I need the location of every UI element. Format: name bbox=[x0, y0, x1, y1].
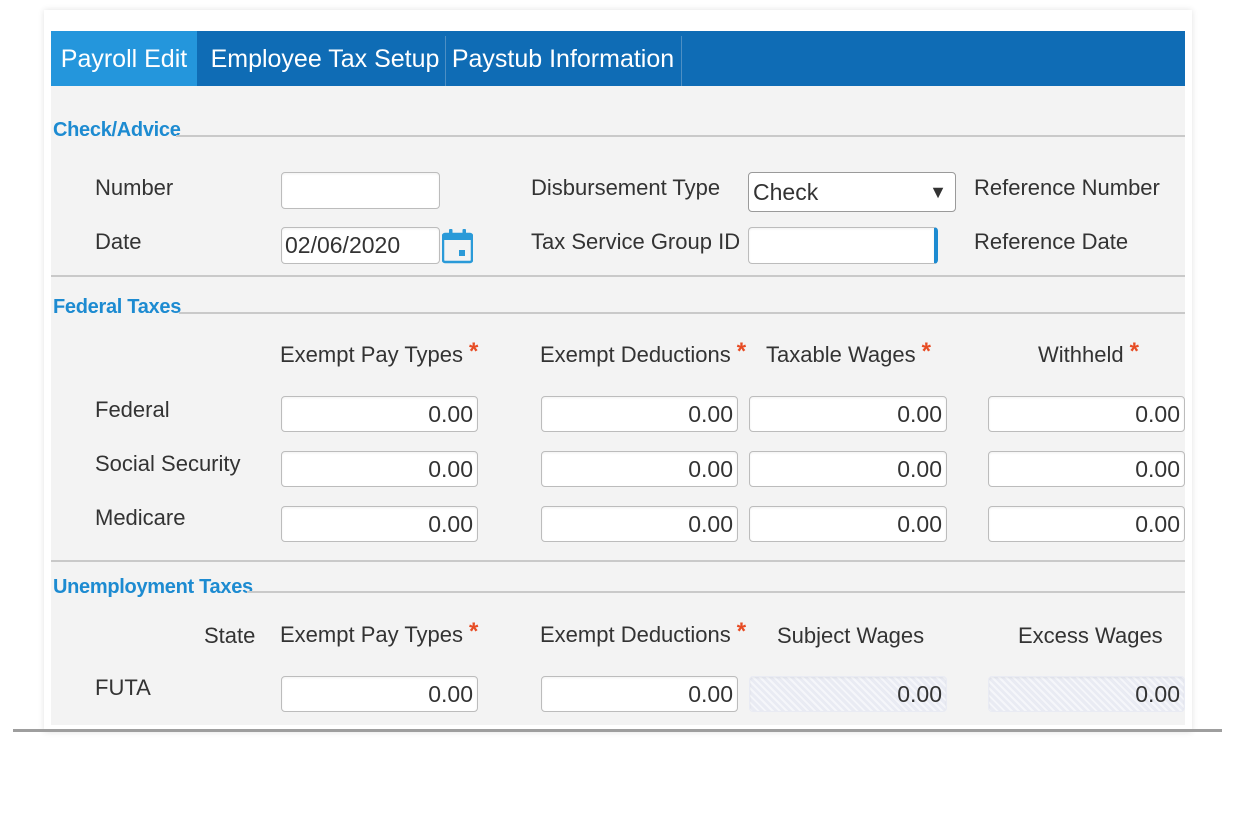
tab-employee-tax-setup[interactable]: Employee Tax Setup bbox=[205, 31, 445, 86]
column-header-exempt-deductions: Exempt Deductions* bbox=[540, 341, 746, 369]
column-header-excess-wages: Excess Wages bbox=[1018, 623, 1163, 649]
column-header-taxable-wages: Taxable Wages* bbox=[766, 341, 931, 369]
row-label-futa: FUTA bbox=[95, 675, 151, 701]
section-divider bbox=[51, 560, 1185, 562]
futa-subject-wages-field: 0.00 bbox=[749, 676, 947, 712]
social-security-exempt-deductions-input[interactable]: 0.00 bbox=[541, 451, 738, 487]
medicare-exempt-deductions-input[interactable]: 0.00 bbox=[541, 506, 738, 542]
section-divider bbox=[176, 135, 1185, 137]
futa-exempt-pay-types-input[interactable]: 0.00 bbox=[281, 676, 478, 712]
payroll-edit-panel: Payroll Edit Employee Tax Setup Paystub … bbox=[51, 31, 1185, 725]
tab-divider bbox=[445, 36, 446, 86]
dropdown-arrow-icon: ▼ bbox=[929, 173, 947, 211]
section-divider bbox=[179, 312, 1185, 314]
page-divider bbox=[13, 729, 1222, 732]
social-security-exempt-pay-types-input[interactable]: 0.00 bbox=[281, 451, 478, 487]
required-marker: * bbox=[922, 338, 931, 365]
number-input[interactable] bbox=[281, 172, 440, 209]
futa-excess-wages-field: 0.00 bbox=[988, 676, 1185, 712]
disbursement-type-select[interactable]: Check ▼ bbox=[748, 172, 956, 212]
section-divider bbox=[51, 275, 1185, 277]
column-header-exempt-pay-types: Exempt Pay Types* bbox=[280, 341, 478, 369]
date-label: Date bbox=[95, 229, 141, 255]
reference-date-label: Reference Date bbox=[974, 229, 1128, 255]
federal-taxable-wages-input[interactable]: 0.00 bbox=[749, 396, 947, 432]
medicare-exempt-pay-types-input[interactable]: 0.00 bbox=[281, 506, 478, 542]
row-label-medicare: Medicare bbox=[95, 505, 185, 531]
column-header-state: State bbox=[204, 623, 255, 649]
required-marker: * bbox=[1130, 338, 1139, 365]
column-header-withheld: Withheld* bbox=[1038, 341, 1139, 369]
section-title-unemployment-taxes: Unemployment Taxes bbox=[53, 576, 253, 599]
tab-paystub-information[interactable]: Paystub Information bbox=[449, 31, 677, 86]
section-title-federal-taxes: Federal Taxes bbox=[53, 296, 181, 319]
row-label-federal: Federal bbox=[95, 397, 170, 423]
medicare-withheld-input[interactable]: 0.00 bbox=[988, 506, 1185, 542]
federal-exempt-pay-types-input[interactable]: 0.00 bbox=[281, 396, 478, 432]
row-label-social-security: Social Security bbox=[95, 451, 241, 477]
federal-exempt-deductions-input[interactable]: 0.00 bbox=[541, 396, 738, 432]
required-marker: * bbox=[469, 618, 478, 645]
tab-payroll-edit[interactable]: Payroll Edit bbox=[51, 31, 197, 86]
disbursement-type-value: Check bbox=[753, 179, 818, 205]
section-title-check-advice: Check/Advice bbox=[53, 119, 181, 142]
federal-withheld-input[interactable]: 0.00 bbox=[988, 396, 1185, 432]
column-header-subject-wages: Subject Wages bbox=[777, 623, 924, 649]
reference-number-label: Reference Number bbox=[974, 175, 1160, 201]
required-marker: * bbox=[737, 338, 746, 365]
column-header-exempt-pay-types: Exempt Pay Types* bbox=[280, 621, 478, 649]
disbursement-type-label: Disbursement Type bbox=[531, 175, 720, 201]
tax-service-group-id-input[interactable] bbox=[748, 227, 938, 264]
medicare-taxable-wages-input[interactable]: 0.00 bbox=[749, 506, 947, 542]
tab-bar: Payroll Edit Employee Tax Setup Paystub … bbox=[51, 31, 1185, 86]
column-header-exempt-deductions: Exempt Deductions* bbox=[540, 621, 746, 649]
required-marker: * bbox=[737, 618, 746, 645]
required-marker: * bbox=[469, 338, 478, 365]
futa-exempt-deductions-input[interactable]: 0.00 bbox=[541, 676, 738, 712]
tax-service-group-id-label: Tax Service Group ID bbox=[531, 229, 740, 255]
social-security-withheld-input[interactable]: 0.00 bbox=[988, 451, 1185, 487]
social-security-taxable-wages-input[interactable]: 0.00 bbox=[749, 451, 947, 487]
tab-divider bbox=[681, 36, 682, 86]
calendar-icon[interactable] bbox=[442, 228, 473, 264]
section-divider bbox=[247, 591, 1185, 593]
number-label: Number bbox=[95, 175, 173, 201]
date-input[interactable]: 02/06/2020 bbox=[281, 227, 440, 264]
